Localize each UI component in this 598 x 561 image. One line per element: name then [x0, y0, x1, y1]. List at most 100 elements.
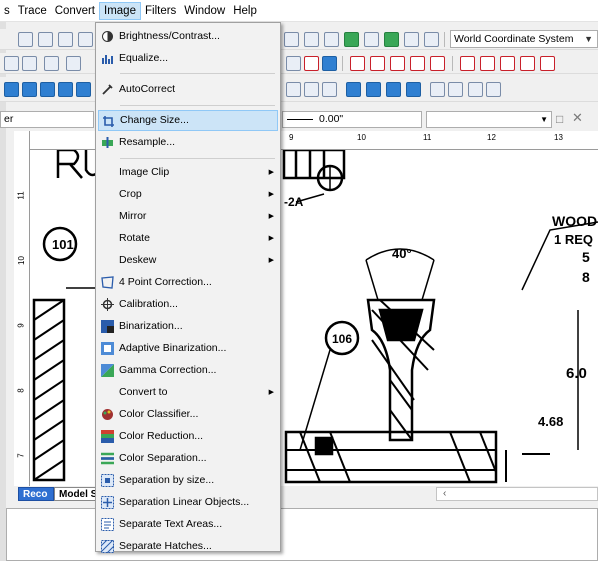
menu-item-color-separation[interactable]: Color Separation...: [98, 448, 278, 469]
tab-record[interactable]: Reco: [18, 487, 54, 501]
toolbar-tool-icon[interactable]: [386, 82, 401, 97]
ruler-label: 8: [16, 388, 26, 393]
menu-item-separation-by-size[interactable]: Separation by size...: [98, 470, 278, 491]
toolbar-tool-icon[interactable]: [18, 32, 33, 47]
toolbar-row-3: [0, 77, 598, 102]
menu-item-binarization[interactable]: Binarization...: [98, 316, 278, 337]
toolbar-tool-icon[interactable]: [366, 82, 381, 97]
submenu-arrow-icon: ▶: [268, 191, 274, 198]
toolbar-tool-icon[interactable]: [322, 82, 337, 97]
layer-field[interactable]: er: [0, 111, 94, 128]
toolbar-tool-icon[interactable]: [486, 82, 501, 97]
text-tool-icon[interactable]: [284, 32, 299, 47]
menu-item-brightness-contrast[interactable]: Brightness/Contrast...: [98, 26, 278, 47]
toolbar-tool-icon[interactable]: [480, 56, 495, 71]
dim-numerator: 5: [582, 249, 590, 265]
toolbar-tool-icon[interactable]: [44, 56, 59, 71]
ruler-label: 11: [16, 191, 26, 200]
horizontal-scrollbar[interactable]: ‹: [436, 487, 598, 501]
menu-item-rotate[interactable]: Rotate ▶: [98, 228, 278, 249]
toolbar-tool-icon[interactable]: [430, 82, 445, 97]
chevron-down-icon: ▼: [584, 34, 593, 44]
menu-item-adaptive-binarization[interactable]: Adaptive Binarization...: [98, 338, 278, 359]
submenu-arrow-icon: ▶: [268, 213, 274, 220]
menu-item-separation-linear-objects[interactable]: Separation Linear Objects...: [98, 492, 278, 513]
toolbar-tool-icon[interactable]: [370, 56, 385, 71]
coordinate-system-select[interactable]: World Coordinate System ▼: [450, 30, 598, 48]
menu-item-autocorrect[interactable]: AutoCorrect: [98, 79, 278, 100]
menu-item-color-reduction[interactable]: Color Reduction...: [98, 426, 278, 447]
menu-item-change-size[interactable]: Change Size...: [98, 110, 278, 131]
menu-trace[interactable]: Trace: [14, 2, 51, 20]
chevron-down-icon: ▼: [540, 115, 548, 124]
menu-item-calibration[interactable]: Calibration...: [98, 294, 278, 315]
toolbar-tool-icon[interactable]: [78, 32, 93, 47]
toolbar-tool-icon[interactable]: [346, 82, 361, 97]
toolbar-tool-icon[interactable]: [448, 82, 463, 97]
menu-image[interactable]: Image: [99, 1, 141, 20]
four-point-icon: [101, 276, 114, 289]
menu-convert[interactable]: Convert: [51, 2, 99, 20]
toolbar-tool-icon[interactable]: [350, 56, 365, 71]
toolbar-tool-icon[interactable]: [58, 32, 73, 47]
toolbar-tool-icon[interactable]: [304, 82, 319, 97]
toolbar-tool-icon[interactable]: [324, 32, 339, 47]
submenu-arrow-icon: ▶: [268, 235, 274, 242]
menu-item-equalize[interactable]: Equalize...: [98, 48, 278, 69]
style-field[interactable]: ▼: [426, 111, 552, 128]
toolbar-tool-icon[interactable]: [406, 82, 421, 97]
toolbar-tool-icon[interactable]: [500, 56, 515, 71]
submenu-arrow-icon: ▶: [268, 169, 274, 176]
toolbar-tool-icon[interactable]: [424, 32, 439, 47]
toolbar-tool-icon[interactable]: [344, 32, 359, 47]
toolbar-tool-icon[interactable]: [364, 32, 379, 47]
toolbar-tool-icon[interactable]: [286, 82, 301, 97]
toolbar-tool-icon[interactable]: [286, 56, 301, 71]
menu-item-image-clip[interactable]: Image Clip ▶: [98, 162, 278, 183]
toolbar-tool-icon[interactable]: [404, 32, 419, 47]
toolbar-tool-icon[interactable]: [468, 82, 483, 97]
toolbar-tool-icon[interactable]: [322, 56, 337, 71]
menu-partial[interactable]: s: [0, 2, 14, 20]
menu-item-deskew[interactable]: Deskew ▶: [98, 250, 278, 271]
toolbar-tool-icon[interactable]: [76, 82, 91, 97]
close-icon[interactable]: ✕: [572, 110, 583, 126]
menu-item-mirror[interactable]: Mirror ▶: [98, 206, 278, 227]
menu-item-resample[interactable]: Resample...: [98, 132, 278, 153]
toolbar-tool-icon[interactable]: [520, 56, 535, 71]
menu-window[interactable]: Window: [180, 2, 229, 20]
toolbar-tool-icon[interactable]: [40, 82, 55, 97]
toolbar-tool-icon[interactable]: [410, 56, 425, 71]
ruler-label: 11: [423, 133, 432, 142]
menu-item-convert-to[interactable]: Convert to ▶: [98, 382, 278, 403]
toolbar-tool-icon[interactable]: [4, 56, 19, 71]
menu-filters[interactable]: Filters: [141, 2, 180, 20]
menu-item-crop[interactable]: Crop ▶: [98, 184, 278, 205]
toolbar-tool-icon[interactable]: [22, 82, 37, 97]
toolbar-tool-icon[interactable]: [384, 32, 399, 47]
toolbar-tool-icon[interactable]: [22, 56, 37, 71]
clear-icon[interactable]: □: [556, 112, 563, 126]
toolbar-tool-icon[interactable]: [430, 56, 445, 71]
menu-item-color-classifier[interactable]: Color Classifier...: [98, 404, 278, 425]
toolbar-tool-icon[interactable]: [540, 56, 555, 71]
toolbar-tool-icon[interactable]: [66, 56, 81, 71]
menu-item-separate-hatches[interactable]: Separate Hatches...: [98, 536, 278, 557]
toolbar-tool-icon[interactable]: [390, 56, 405, 71]
menu-item-separate-text-areas[interactable]: Separate Text Areas...: [98, 514, 278, 535]
submenu-arrow-icon: ▶: [268, 257, 274, 264]
toolbar-tool-icon[interactable]: [4, 82, 19, 97]
toolbar-separator: [444, 32, 445, 47]
menu-item-gamma-correction[interactable]: Gamma Correction...: [98, 360, 278, 381]
toolbar-tool-icon[interactable]: [304, 56, 319, 71]
toolbar-tool-icon[interactable]: [304, 32, 319, 47]
thickness-field[interactable]: 0.00": [282, 111, 422, 128]
scroll-left-icon[interactable]: ‹: [443, 488, 446, 499]
toolbar-tool-icon[interactable]: [38, 32, 53, 47]
ruler-left: 11 10 9 8 7: [14, 131, 30, 486]
toolbar-tool-icon[interactable]: [58, 82, 73, 97]
menu-help[interactable]: Help: [229, 2, 261, 20]
menu-item-4-point-correction[interactable]: 4 Point Correction...: [98, 272, 278, 293]
menu-separator: [120, 158, 275, 159]
toolbar-tool-icon[interactable]: [460, 56, 475, 71]
